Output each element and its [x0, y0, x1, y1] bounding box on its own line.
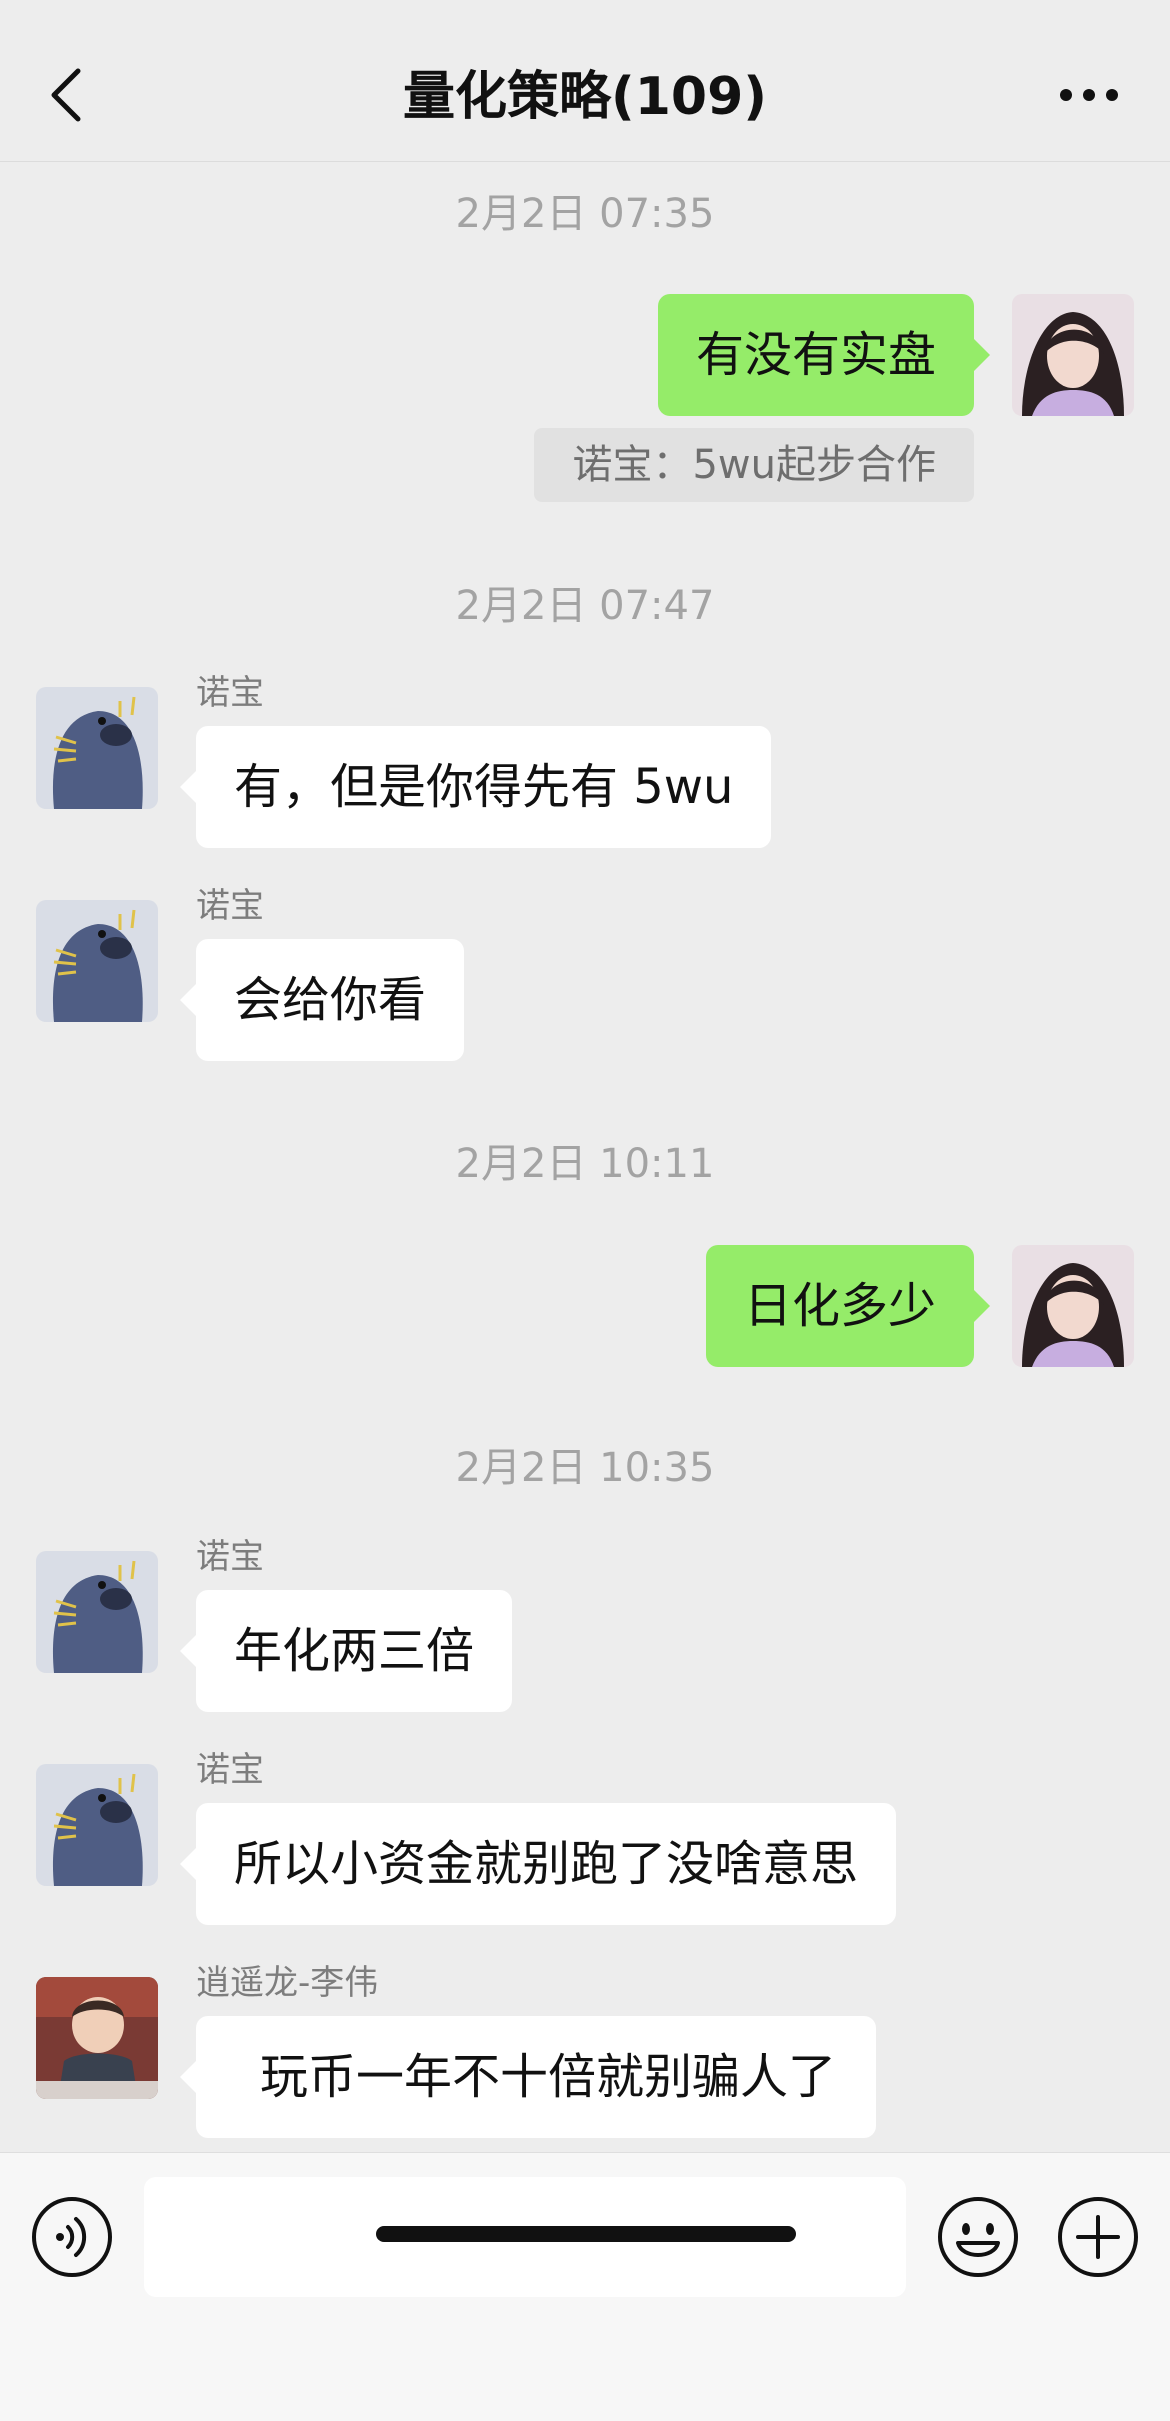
incoming-message-bubble[interactable]: 年化两三倍 [179, 1590, 513, 1712]
chat-header: 量化策略(109) [0, 0, 1170, 162]
timestamp: 2月2日 10:11 [455, 1141, 715, 1187]
sender-avatar[interactable] [36, 687, 158, 809]
home-indicator[interactable] [376, 2226, 796, 2242]
more-actions-button[interactable] [1056, 2195, 1140, 2279]
sender-avatar[interactable] [36, 1977, 158, 2099]
emoji-icon [938, 2197, 1018, 2277]
sender-name: 诺宝 [196, 1537, 264, 1577]
sender-name: 逍遥龙-李伟 [196, 1963, 379, 2003]
voice-button[interactable] [30, 2195, 114, 2279]
incoming-message-bubble[interactable]: 玩币一年不十倍就别骗人了 [179, 2016, 877, 2138]
voice-icon [32, 2197, 112, 2277]
chat-title: 量化策略(109) [402, 67, 768, 127]
timestamp: 2月2日 10:35 [455, 1445, 715, 1491]
incoming-message-bubble[interactable]: 会给你看 [179, 939, 465, 1061]
sender-avatar[interactable] [36, 900, 158, 1022]
timestamp: 2月2日 07:47 [455, 583, 715, 629]
input-bar [0, 2152, 1170, 2421]
sender-avatar[interactable] [36, 1764, 158, 1886]
sender-name: 诺宝 [196, 886, 264, 926]
sender-name: 诺宝 [196, 673, 264, 713]
sender-name: 诺宝 [196, 1750, 264, 1790]
outgoing-message-bubble[interactable]: 日化多少 [705, 1245, 991, 1367]
quoted-reply[interactable]: 诺宝：5wu起步合作 [534, 428, 974, 502]
timestamp: 2月2日 07:35 [455, 191, 715, 237]
plus-icon [1058, 2197, 1138, 2277]
self-avatar[interactable] [1012, 294, 1134, 416]
self-avatar[interactable] [1012, 1245, 1134, 1367]
sender-avatar[interactable] [36, 1551, 158, 1673]
outgoing-message-bubble[interactable]: 有没有实盘 [657, 294, 991, 416]
emoji-button[interactable] [936, 2195, 1020, 2279]
incoming-message-bubble[interactable]: 有，但是你得先有 5wu [179, 726, 772, 848]
ellipsis-icon [1060, 89, 1118, 101]
more-button[interactable] [1044, 60, 1134, 130]
incoming-message-bubble[interactable]: 所以小资金就别跑了没啥意思 [179, 1803, 897, 1925]
message-list[interactable]: 2月2日 07:35 有没有实盘 诺宝：5wu起步合作 2月2日 07:47 诺… [0, 162, 1170, 2152]
